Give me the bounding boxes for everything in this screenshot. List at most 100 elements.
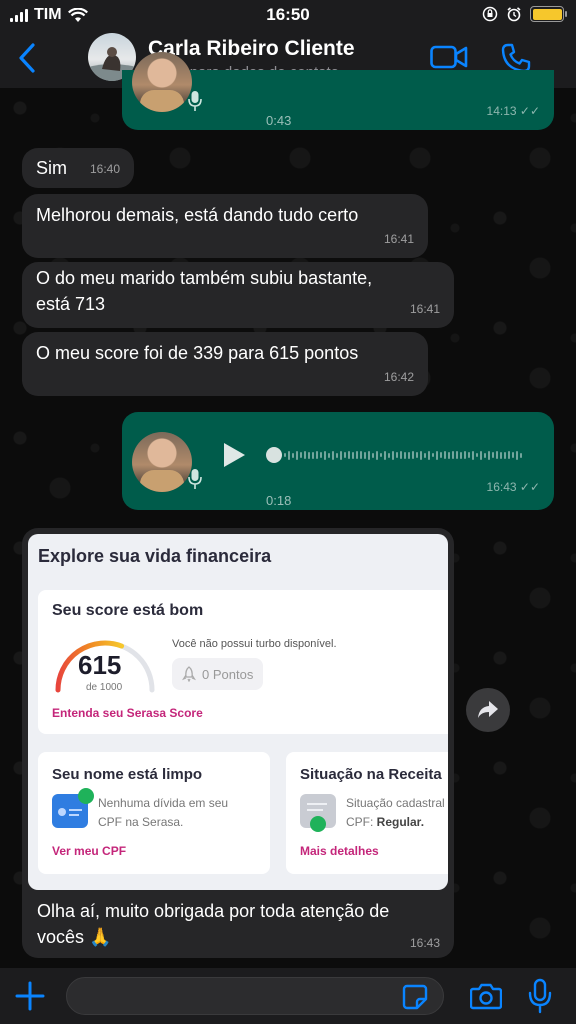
receita-line2: CPF: Regular. (346, 813, 445, 832)
waveform-bar (520, 452, 522, 458)
plus-icon[interactable] (14, 980, 46, 1012)
incoming-message-bubble[interactable]: O meu score foi de 339 para 615 pontos 1… (22, 332, 428, 396)
message-time: 16:41 (409, 302, 440, 316)
score-max: de 1000 (86, 682, 123, 693)
mic-badge-icon (188, 469, 202, 489)
waveform-bar (400, 451, 402, 459)
waveform-bar (424, 452, 426, 458)
orientation-lock-icon (482, 6, 498, 22)
voice-sender-avatar (132, 52, 192, 112)
waveform-bar (476, 453, 478, 457)
image-title: Explore sua vida financeira (38, 546, 272, 566)
play-icon[interactable] (222, 442, 246, 468)
mais-detalhes-link: Mais detalhes (300, 844, 379, 858)
message-input[interactable] (66, 977, 444, 1015)
shared-image[interactable]: Explore sua vida financeira Seu score es… (28, 534, 448, 890)
score-card: Seu score está bom 615 de 1000 Você não … (38, 590, 448, 734)
nome-text: Nenhuma dívida em seu CPF na Serasa. (98, 794, 228, 832)
waveform-bar (300, 452, 302, 458)
sticker-icon[interactable] (402, 984, 428, 1010)
waveform-bar (500, 451, 502, 459)
waveform-bar (392, 450, 394, 460)
waveform-bar (512, 452, 514, 458)
message-time: 16:41 (383, 232, 414, 246)
message-text: Melhorou demais, está dando tudo certo (36, 205, 359, 225)
incoming-message-bubble[interactable]: Sim 16:40 (22, 148, 134, 188)
waveform-bar (468, 452, 470, 458)
waveform-bar (480, 450, 482, 460)
message-text: O meu score foi de 339 para 615 pontos (36, 343, 359, 363)
back-chevron-icon[interactable] (12, 40, 42, 76)
waveform-bar (336, 452, 338, 458)
composer-bar (0, 968, 576, 1024)
waveform-bar (492, 452, 494, 458)
receita-card: Situação na Receita Situação cadastral C… (286, 752, 448, 874)
voice-message-bubble[interactable]: 0:43 14:13 ✓✓ (122, 52, 554, 130)
waveform-bar (284, 453, 286, 457)
waveform-bar (412, 451, 414, 459)
voice-message-bubble[interactable]: 0:18 16:43 ✓✓ (122, 412, 554, 510)
waveform-bar (296, 450, 298, 460)
waveform-bar (320, 452, 322, 458)
message-time: 16:43 ✓✓ (487, 474, 540, 500)
playback-scrubber[interactable] (266, 447, 282, 463)
voice-waveform[interactable] (284, 447, 529, 463)
waveform-bar (504, 451, 506, 459)
forward-button[interactable] (466, 688, 510, 732)
waveform-bar (316, 451, 318, 459)
waveform-bar (408, 451, 410, 459)
waveform-bar (416, 452, 418, 458)
nome-heading: Seu nome está limpo (52, 766, 203, 783)
incoming-message-bubble[interactable]: Melhorou demais, está dando tudo certo 1… (22, 194, 428, 258)
pontos-label: 0 Pontos (202, 666, 254, 682)
image-message-bubble[interactable]: Explore sua vida financeira Seu score es… (22, 528, 454, 958)
waveform-bar (460, 451, 462, 459)
video-call-icon[interactable] (430, 42, 468, 72)
waveform-bar (432, 453, 434, 457)
waveform-bar (472, 450, 474, 460)
forward-arrow-icon (478, 701, 498, 718)
alarm-icon (507, 7, 521, 22)
message-time: 16:43 (409, 936, 440, 950)
id-card-icon (52, 788, 94, 828)
voice-sender-avatar (132, 432, 192, 492)
score-heading: Seu score está bom (52, 602, 204, 619)
waveform-bar (324, 450, 326, 460)
waveform-bar (484, 452, 486, 458)
mic-badge-icon (188, 91, 202, 111)
battery-icon (530, 6, 567, 22)
waveform-bar (360, 451, 362, 459)
cpf-status: Regular. (376, 815, 425, 829)
message-time: 16:42 (383, 370, 414, 384)
waveform-bar (380, 453, 382, 457)
image-caption: Olha aí, muito obrigada por toda atenção… (37, 901, 390, 947)
status-bar: TIM 16:50 (0, 0, 576, 30)
document-check-icon (300, 794, 336, 832)
mic-icon[interactable] (528, 978, 552, 1014)
waveform-bar (356, 451, 358, 459)
waveform-bar (488, 450, 490, 460)
waveform-bar (340, 450, 342, 460)
score-value: 615 (78, 650, 122, 680)
nome-line2: CPF na Serasa. (98, 815, 184, 829)
receita-text: Situação cadastral CPF: Regular. (346, 794, 445, 832)
waveform-bar (420, 450, 422, 460)
cpf-label: CPF: (346, 815, 377, 829)
waveform-bar (368, 450, 370, 460)
incoming-message-bubble[interactable]: O do meu marido também subiu bastante, e… (22, 262, 454, 328)
message-time-text: 16:43 (486, 480, 517, 494)
camera-icon[interactable] (470, 982, 502, 1010)
waveform-bar (352, 451, 354, 459)
rocket-icon (182, 666, 196, 682)
waveform-bar (496, 451, 498, 459)
pontos-badge: 0 Pontos (172, 658, 264, 690)
waveform-bar (328, 452, 330, 458)
waveform-bar (456, 451, 458, 459)
waveform-bar (464, 451, 466, 459)
serasa-score-link: Entenda seu Serasa Score (52, 706, 203, 720)
waveform-bar (372, 452, 374, 458)
waveform-bar (344, 452, 346, 458)
read-receipt-icon: ✓✓ (519, 104, 540, 118)
message-time: 14:13 ✓✓ (487, 98, 540, 124)
waveform-bar (348, 451, 350, 459)
